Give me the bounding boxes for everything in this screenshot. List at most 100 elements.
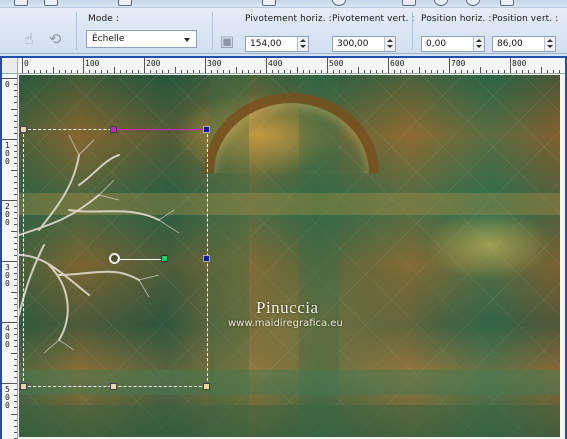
ruler-label-digit: 0 — [5, 218, 10, 227]
deform-grid-icon[interactable]: ▣ — [218, 32, 236, 50]
horizontal-band — [19, 405, 560, 437]
ruler-minor-tick — [235, 67, 237, 73]
save-icon[interactable] — [44, 0, 58, 6]
reset-icon[interactable]: ⟲ — [46, 30, 64, 48]
window-icon[interactable] — [500, 0, 514, 6]
ruler-minor-tick — [14, 401, 17, 403]
ruler-label: 600 — [390, 59, 405, 68]
ruler-minor-tick — [14, 114, 17, 116]
selection-left-edge[interactable] — [23, 129, 24, 386]
ruler-minor-tick — [430, 70, 432, 73]
pivot-v-stepper[interactable] — [384, 37, 395, 51]
ruler-minor-tick — [14, 370, 17, 372]
ruler-minor-tick — [400, 70, 402, 73]
image-frame: 0 100 200 300 400 500 600 700 800 0 100 200 300 400 5… — [2, 58, 565, 439]
handle-bottom-left[interactable] — [20, 383, 27, 390]
pos-v-stepper[interactable] — [544, 37, 555, 51]
ruler-minor-tick — [180, 70, 182, 73]
ruler-minor-tick — [119, 70, 121, 73]
ruler-minor-tick — [14, 334, 17, 336]
pivot-h-stepper[interactable] — [297, 37, 308, 51]
zoom-out-icon[interactable] — [466, 0, 480, 6]
handle-bottom-mid[interactable] — [110, 383, 117, 390]
handle-mid-right[interactable] — [203, 255, 210, 262]
separator — [76, 12, 77, 50]
ruler-major-tick — [327, 58, 328, 73]
view-icon[interactable] — [402, 0, 416, 6]
rotation-line — [111, 129, 207, 130]
ruler-label: 800 — [512, 59, 527, 68]
ruler-minor-tick — [14, 145, 17, 147]
ruler-major-tick — [2, 139, 17, 140]
pos-h-input[interactable]: 0,00 — [421, 36, 485, 52]
ruler-minor-tick — [540, 67, 542, 73]
ruler-minor-tick — [70, 70, 72, 73]
ruler-minor-tick — [14, 126, 17, 128]
paint-application: ☝ ⟲ Mode : Échelle ▣ Pivotement horiz. :… — [0, 0, 567, 439]
tree-branch-image — [19, 134, 180, 354]
handle-rotate[interactable] — [161, 255, 168, 262]
ruler-label: 700 — [451, 59, 466, 68]
handle-top-left[interactable] — [20, 126, 27, 133]
ruler-minor-tick — [296, 67, 298, 73]
ruler-minor-tick — [302, 70, 304, 73]
pivot-h-input[interactable]: 154,00 — [245, 36, 309, 52]
ruler-minor-tick — [284, 70, 286, 73]
ruler-minor-tick — [259, 70, 261, 73]
ruler-minor-tick — [14, 181, 17, 183]
horizontal-band — [19, 370, 560, 395]
canvas-image[interactable]: Pinuccia www.maidiregrafica.eu — [19, 75, 560, 437]
handle-bottom-right[interactable] — [203, 383, 210, 390]
ruler-minor-tick — [14, 395, 17, 397]
presets-icon[interactable]: ☝ — [20, 30, 38, 48]
ruler-minor-tick — [497, 70, 499, 73]
chevron-down-icon — [184, 38, 190, 42]
mode-select[interactable]: Échelle — [86, 30, 197, 48]
ruler-minor-tick — [290, 70, 292, 73]
ruler-minor-tick — [14, 120, 17, 122]
ruler-minor-tick — [14, 407, 17, 409]
ruler-minor-tick — [229, 70, 231, 73]
ruler-minor-tick — [14, 236, 17, 238]
ruler-minor-tick — [223, 70, 225, 73]
ruler-minor-tick — [528, 70, 530, 73]
ruler-minor-tick — [14, 389, 17, 391]
pos-h-label: Position horiz. : — [421, 14, 492, 24]
ruler-minor-tick — [14, 273, 17, 275]
print-icon[interactable] — [118, 0, 132, 6]
ruler-minor-tick — [455, 70, 457, 73]
ruler-major-tick — [2, 261, 17, 262]
mode-select-value: Échelle — [92, 34, 125, 44]
ruler-major-tick — [449, 58, 450, 73]
ruler-minor-tick — [156, 70, 158, 73]
ruler-minor-tick — [14, 242, 17, 244]
ruler-minor-tick — [14, 151, 17, 153]
pivot-point-icon[interactable] — [109, 253, 120, 264]
ruler-major-tick — [266, 58, 267, 73]
ruler-minor-tick — [162, 70, 164, 73]
zoom-in-icon[interactable] — [434, 0, 448, 6]
handle-top-right[interactable] — [203, 126, 210, 133]
horizontal-ruler[interactable]: 0 100 200 300 400 500 600 700 800 — [18, 58, 565, 74]
ruler-minor-tick — [491, 70, 493, 73]
ruler-minor-tick — [320, 70, 322, 73]
ruler-minor-tick — [14, 279, 17, 281]
ruler-minor-tick — [192, 70, 194, 73]
pos-v-input[interactable]: 86,00 — [492, 36, 556, 52]
ruler-minor-tick — [11, 108, 17, 110]
new-file-icon[interactable] — [14, 0, 28, 6]
ruler-minor-tick — [516, 70, 518, 73]
ruler-minor-tick — [314, 70, 316, 73]
ruler-minor-tick — [247, 70, 249, 73]
undo-icon[interactable] — [262, 0, 276, 6]
ruler-label: 100 — [85, 59, 100, 68]
pivot-h-value: 154,00 — [250, 39, 282, 49]
zoom-icon[interactable] — [332, 0, 346, 6]
pos-h-stepper[interactable] — [473, 37, 484, 51]
pivot-v-input[interactable]: 300,00 — [332, 36, 396, 52]
pos-v-value: 86,00 — [497, 39, 523, 49]
ruler-minor-tick — [442, 70, 444, 73]
vertical-ruler[interactable]: 0100200300400500 — [2, 74, 18, 439]
ruler-label-digit: 0 — [5, 157, 10, 166]
handle-top-mid[interactable] — [110, 126, 117, 133]
